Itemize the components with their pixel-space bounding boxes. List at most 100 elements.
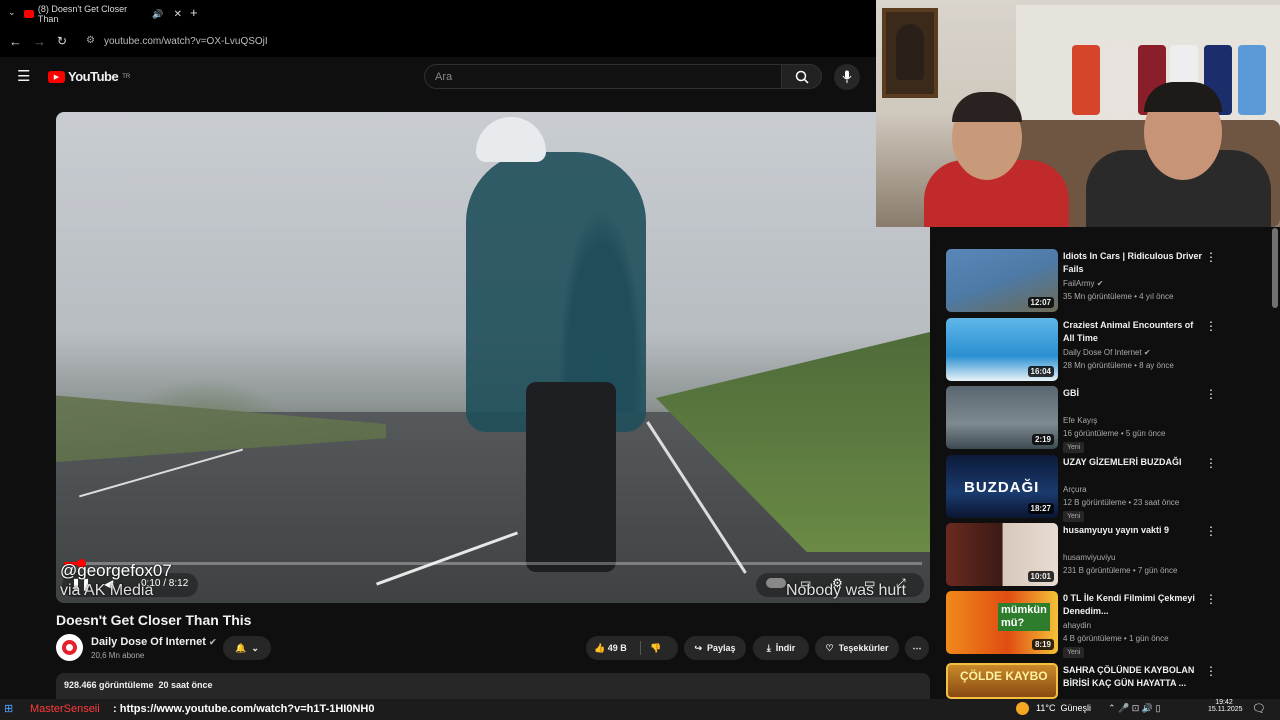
recommendation-title[interactable]: 0 TL İle Kendi Filmimi Çekmeyi Denedim..… (1063, 592, 1203, 618)
recommendation-title[interactable]: Craziest Animal Encounters of All Time (1063, 319, 1203, 345)
notification-icon[interactable]: 🗨 (1252, 702, 1266, 715)
recommendation-meta: 12 B görüntüleme • 23 saat önce (1063, 498, 1180, 507)
webcam-overlay (876, 0, 1280, 227)
like-dislike-group: 👍 49 B 👎 (586, 636, 678, 660)
recommendation-channel[interactable]: husamviyuviyu (1063, 552, 1115, 564)
browser-tabstrip: ⌄ (8) Doesn't Get Closer Than 🔊 ✕ + (0, 0, 876, 28)
chat-message: : https://www.youtube.com/watch?v=h1T-1H… (113, 703, 375, 715)
start-icon[interactable]: ⊞ (4, 702, 13, 715)
share-button[interactable]: ↪ Paylaş (684, 636, 746, 660)
search-input[interactable]: Ara (424, 64, 782, 89)
recommendation-title[interactable]: SAHRA ÇÖLÜNDE KAYBOLAN BİRİSİ KAÇ GÜN HA… (1063, 664, 1203, 690)
recommendation-title[interactable]: GBİ (1063, 387, 1203, 400)
more-options-icon[interactable]: ⋮ (1205, 250, 1217, 264)
more-options-icon[interactable]: ⋮ (1205, 387, 1217, 401)
duration-badge: 12:07 (1027, 297, 1054, 308)
duration-badge: 18:27 (1027, 503, 1054, 514)
recommendation-thumbnail[interactable]: 10:01 (946, 523, 1058, 586)
clock-time: 19:42 (1215, 699, 1233, 706)
more-options-icon[interactable]: ⋮ (1205, 664, 1217, 678)
reload-icon[interactable]: ↻ (57, 34, 67, 48)
clock-date: 15.11.2025 (1208, 706, 1243, 713)
video-frame-cyclist-legs (526, 382, 616, 572)
download-button[interactable]: ⤓ İndir (753, 636, 809, 660)
recommendation-title[interactable]: Idiots In Cars | Ridiculous Driver Fails (1063, 250, 1203, 276)
watermark-user: @georgefox07 (60, 561, 172, 580)
thumbnail-text: ÇÖLDE KAYBO (960, 669, 1048, 683)
youtube-header: ☰ ▶ YouTube TR Ara (0, 57, 876, 97)
chevron-down-icon: ⌄ (251, 642, 259, 653)
download-icon: ⤓ (766, 642, 771, 653)
channel-name[interactable]: Daily Dose Of Internet ✔ (91, 636, 217, 648)
speaker-icon[interactable]: 🔊 (152, 9, 163, 20)
watermark-via: via AK Media (60, 582, 154, 599)
logo-region: TR (122, 73, 131, 80)
recommendation-thumbnail[interactable]: 2:19 (946, 386, 1058, 449)
duration-badge: 10:01 (1027, 571, 1054, 582)
video-frame-helmet (476, 117, 546, 162)
recommendation-thumbnail[interactable]: 12:07 (946, 249, 1058, 312)
logo-text: YouTube (68, 69, 119, 84)
autoplay-toggle[interactable] (766, 578, 786, 588)
recommendation-thumbnail[interactable]: mümkün mü? 8:19 (946, 591, 1058, 654)
tab-title: (8) Doesn't Get Closer Than (37, 4, 128, 24)
recommendation-title[interactable]: husamyuyu yayın vakti 9 (1063, 524, 1203, 537)
notifications-button[interactable]: 🔔 ⌄ (223, 636, 271, 660)
bell-icon: 🔔 (235, 642, 247, 653)
recommendation-channel[interactable]: Arçura (1063, 484, 1087, 496)
tray-icons[interactable]: ⌃ 🎤 ⊡ 🔊 ▯ (1108, 703, 1160, 714)
recommendation-thumbnail[interactable]: 16:04 (946, 318, 1058, 381)
duration-badge: 2:19 (1031, 434, 1054, 445)
more-options-icon[interactable]: ⋮ (1205, 319, 1217, 333)
dislike-button[interactable]: 👎 (650, 643, 661, 654)
recommendation-thumbnail[interactable]: ÇÖLDE KAYBO (946, 663, 1058, 699)
recommendation-meta: 35 Mn görüntüleme • 4 yıl önce (1063, 292, 1174, 301)
duration-badge: 8:19 (1031, 639, 1054, 650)
recommendation-title[interactable]: UZAY GİZEMLERİ BUZDAĞI (1063, 456, 1203, 469)
clock[interactable]: 19:42 15.11.2025 (1208, 699, 1243, 713)
video-player[interactable]: ❚❚ ◀ 0:10 / 8:12 ▭ ⚙ ▭ ⤢ @georgefox07 vi… (56, 112, 930, 603)
video-progress-bar[interactable] (64, 562, 922, 565)
back-arrow-icon[interactable]: ← (9, 34, 22, 49)
search-button[interactable] (781, 64, 822, 89)
youtube-logo[interactable]: ▶ YouTube TR (48, 69, 130, 84)
recommendation-channel[interactable]: Daily Dose Of Internet ✔ (1063, 347, 1151, 359)
more-options-icon[interactable]: ⋮ (1205, 456, 1217, 470)
thumbnail-text: mümkün mü? (998, 603, 1050, 631)
microphone-icon (842, 70, 852, 83)
tab-list-chevron-icon[interactable]: ⌄ (8, 7, 16, 18)
more-options-icon[interactable]: ⋮ (1205, 592, 1217, 606)
view-count: 928.466 görüntüleme 20 saat önce (64, 680, 213, 690)
site-info-icon[interactable]: ⚙ (86, 35, 95, 46)
new-tab-icon[interactable]: + (190, 5, 198, 20)
forward-arrow-icon[interactable]: → (33, 34, 46, 49)
menu-icon[interactable]: ☰ (17, 67, 30, 85)
weather-text[interactable]: 11°C Güneşli (1036, 703, 1091, 713)
tab-active[interactable]: (8) Doesn't Get Closer Than 🔊 ✕ (24, 4, 182, 24)
more-actions-button[interactable]: ⋯ (905, 636, 929, 660)
new-badge: Yeni (1063, 647, 1085, 658)
tab-close-icon[interactable]: ✕ (174, 9, 182, 20)
voice-search-button[interactable] (834, 64, 860, 90)
channel-subscribers: 20,6 Mn abone (91, 651, 145, 660)
url-field[interactable]: youtube.com/watch?v=OX-LvuQSOjI (104, 36, 268, 47)
recommendation-thumbnail[interactable]: BUZDAĞI 18:27 (946, 455, 1058, 518)
scrollbar[interactable] (1272, 228, 1278, 308)
share-icon: ↪ (694, 642, 702, 653)
like-button[interactable]: 👍 49 B (594, 643, 627, 654)
chat-username: MasterSenseii (30, 703, 100, 715)
recommendation-channel[interactable]: Efe Kayış (1063, 415, 1097, 427)
recommendation-channel[interactable]: ahaydin (1063, 620, 1091, 632)
portrait-frame (882, 8, 938, 98)
more-options-icon[interactable]: ⋮ (1205, 524, 1217, 538)
thumbnail-text: BUZDAĞI (964, 479, 1040, 496)
thanks-heart-icon: ♡ (825, 642, 834, 653)
like-divider (640, 641, 641, 655)
recommendation-meta: 231 B görüntüleme • 7 gün önce (1063, 566, 1178, 575)
thanks-button[interactable]: ♡ Teşekkürler (815, 636, 899, 660)
recommendation-meta: 4 B görüntüleme • 1 gün önce (1063, 634, 1169, 643)
streamer-left-hair (952, 92, 1022, 122)
recommendation-meta: 16 görüntüleme • 5 gün önce (1063, 429, 1166, 438)
recommendation-channel[interactable]: FailArmy ✔ (1063, 278, 1103, 290)
channel-avatar[interactable] (56, 634, 83, 661)
